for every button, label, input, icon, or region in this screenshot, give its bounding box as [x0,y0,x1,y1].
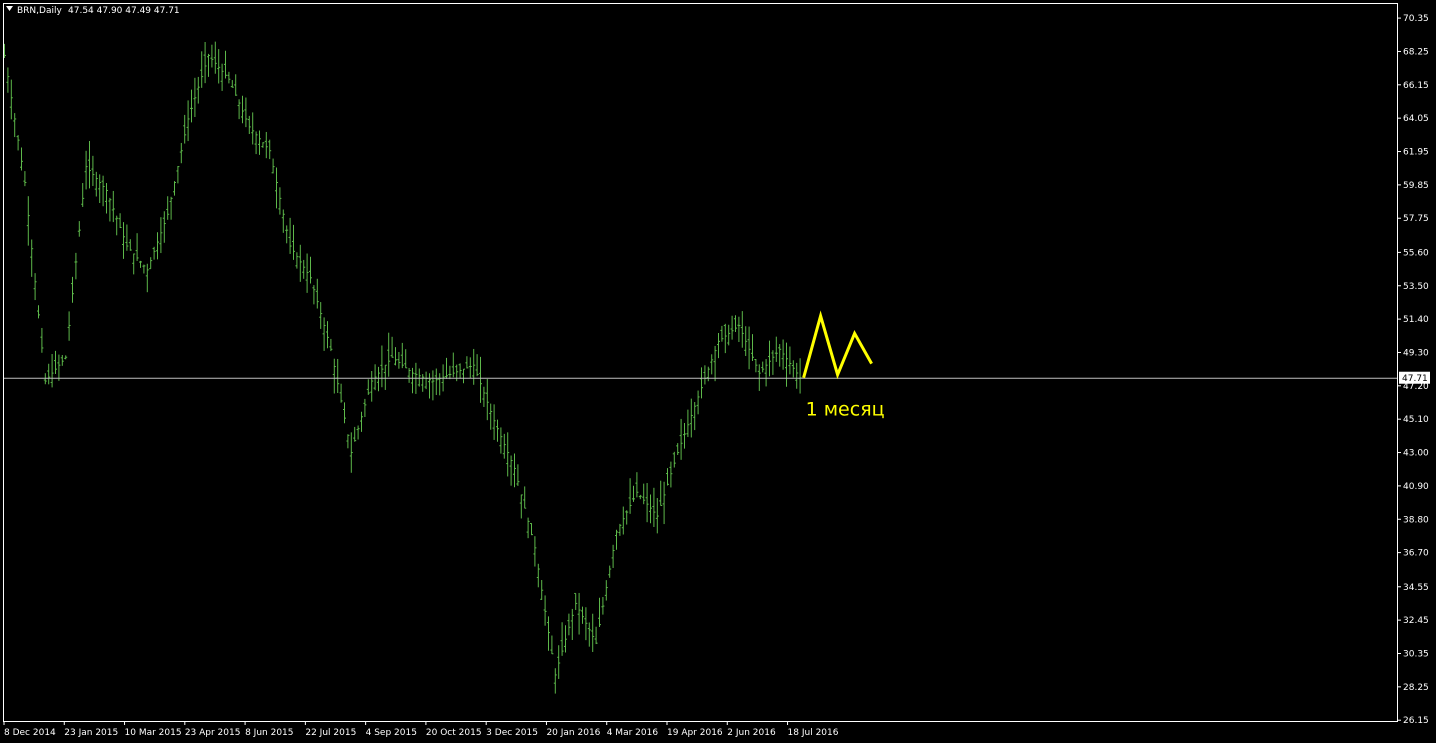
time-tick-label: 20 Jan 2016 [546,728,600,738]
price-chart[interactable]: 1 месяц 70.35 68.25 66.15 64.05 61.95 59.85 57… [0,0,1436,743]
time-tick-label: 2 Jun 2016 [727,728,776,738]
price-tick-label: 59.85 [1403,181,1429,191]
price-tick-label: 66.15 [1403,81,1429,91]
time-tick-label: 18 Jul 2016 [788,728,839,738]
time-tick-label: 10 Mar 2015 [125,728,182,738]
price-tag: 47.71 [1399,371,1430,384]
time-tick-label: 3 Dec 2015 [486,728,538,738]
price-tag-label: 47.71 [1402,374,1428,384]
time-tick-label: 20 Oct 2015 [426,728,482,738]
price-tick-label: 28.25 [1403,683,1429,693]
price-tick-label: 51.40 [1403,315,1429,325]
price-tick-label: 34.55 [1403,583,1429,593]
price-tick-label: 70.35 [1403,14,1429,24]
chart-header: BRN,Daily 47.54 47.90 47.49 47.71 [6,6,180,16]
price-tick-label: 53.50 [1403,282,1429,292]
price-tick-label: 40.90 [1403,482,1429,492]
price-tick-label: 45.10 [1403,415,1429,425]
time-tick-label: 4 Sep 2015 [366,728,417,738]
forecast-annotation: 1 месяц [806,399,885,421]
time-tick-label: 4 Mar 2016 [607,728,659,738]
price-tick-label: 49.30 [1403,348,1429,358]
price-tick-label: 64.05 [1403,114,1429,124]
symbol-label: BRN,Daily [17,6,62,16]
time-tick-label: 23 Jan 2015 [64,728,118,738]
price-tick-label: 26.15 [1403,716,1429,726]
price-tick-label: 32.45 [1403,616,1429,626]
price-tick-label: 57.75 [1403,214,1429,224]
time-tick-label: 8 Dec 2014 [4,728,56,738]
price-tick-label: 38.80 [1403,515,1429,525]
price-tick-label: 68.25 [1403,47,1429,57]
time-tick-label: 23 Apr 2015 [185,728,241,738]
time-tick-label: 8 Jun 2015 [245,728,293,738]
time-tick-label: 19 Apr 2016 [667,728,723,738]
price-tick-label: 36.70 [1403,549,1429,559]
price-tick-label: 30.35 [1403,649,1429,659]
price-tick-label: 61.95 [1403,148,1429,158]
price-tick-label: 43.00 [1403,449,1429,459]
price-tick-label: 55.60 [1403,248,1429,258]
time-tick-label: 22 Jul 2015 [305,728,356,738]
chart-background [0,0,1436,743]
ohlc-values: 47.54 47.90 47.49 47.71 [68,6,180,16]
